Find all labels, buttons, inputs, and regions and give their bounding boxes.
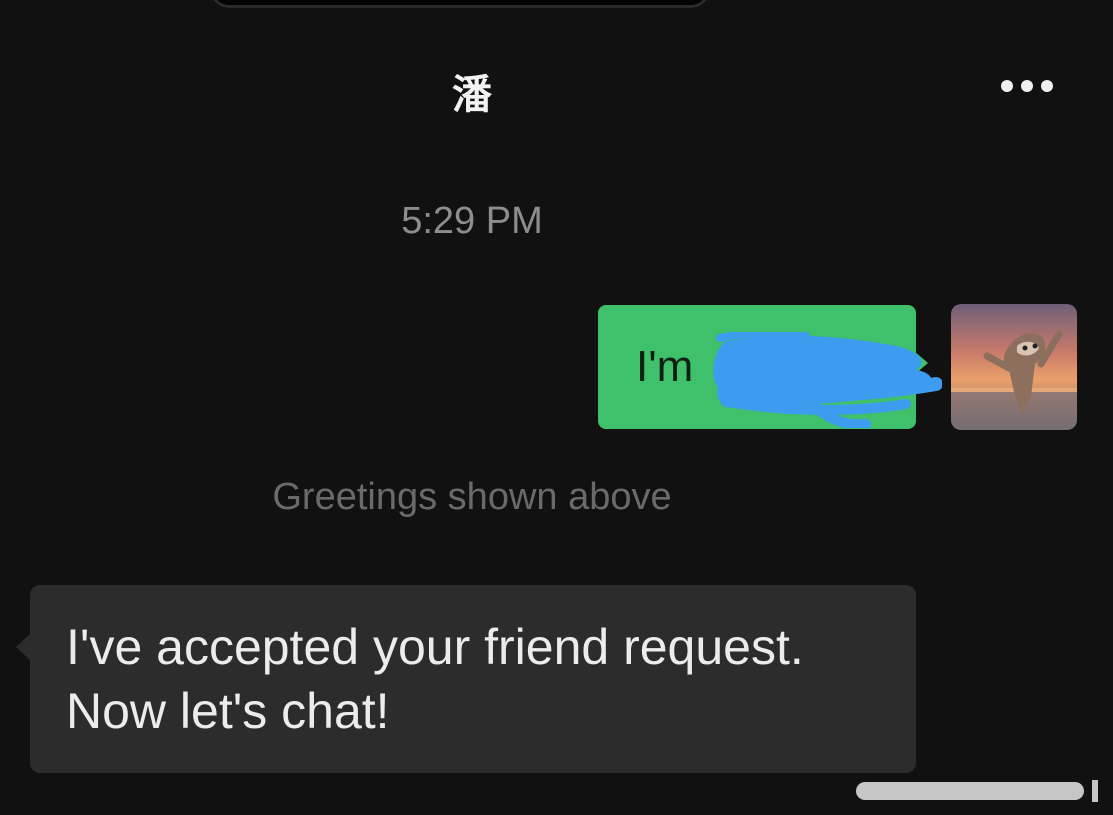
more-options-button[interactable] <box>990 70 1064 102</box>
bubble-tail <box>16 633 31 661</box>
device-notch <box>210 0 710 8</box>
outgoing-message-text: I'm <box>636 342 694 391</box>
blurred-watermark <box>856 780 1098 802</box>
user-avatar[interactable] <box>951 304 1077 430</box>
chat-screen: 潘 5:29 PM I'm Greetings shown above I've… <box>0 0 1113 815</box>
more-dots-icon <box>1001 80 1053 92</box>
incoming-message-line: I've accepted your friend request. <box>66 619 804 675</box>
avatar-image <box>951 330 1077 430</box>
greeting-system-note: Greetings shown above <box>272 476 672 518</box>
redaction-scribble <box>713 332 942 428</box>
incoming-message-line: Now let's chat! <box>66 683 390 739</box>
message-timestamp: 5:29 PM <box>401 200 543 242</box>
chat-title: 潘 <box>452 72 492 118</box>
incoming-message-bubble[interactable]: I've accepted your friend request. Now l… <box>16 585 916 773</box>
